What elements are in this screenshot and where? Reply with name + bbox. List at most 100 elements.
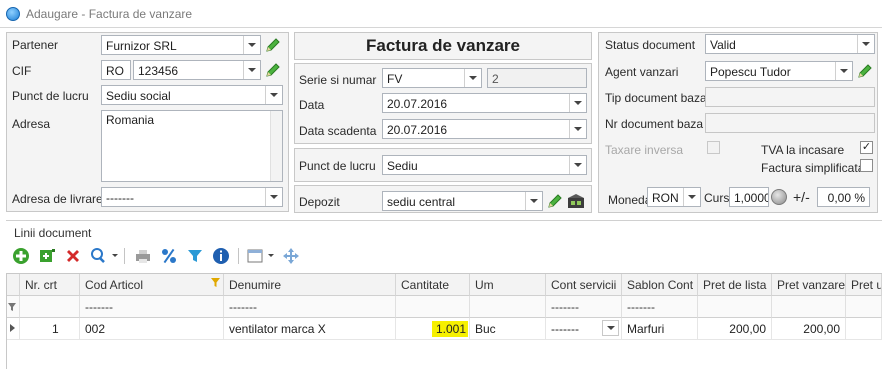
chevron-down-icon[interactable] bbox=[112, 254, 118, 257]
pencil-icon[interactable] bbox=[546, 192, 564, 210]
col-sablon-cont[interactable]: Sablon Cont bbox=[622, 274, 698, 296]
doc-punct-field[interactable]: Sediu bbox=[382, 155, 587, 175]
warehouse-icon[interactable] bbox=[567, 192, 585, 210]
filter-sablon-cont[interactable]: ------- bbox=[622, 296, 698, 318]
lines-grid: Nr. crt Cod Articol Denumire Cantitate U… bbox=[6, 273, 882, 369]
cont-value: ------- bbox=[551, 322, 579, 336]
chevron-down-icon[interactable] bbox=[683, 188, 700, 206]
filter-icon[interactable] bbox=[211, 278, 220, 287]
add-multiple-icon[interactable] bbox=[38, 247, 56, 265]
filter-pret-lista[interactable] bbox=[698, 296, 772, 318]
data-field[interactable]: 20.07.2016 bbox=[382, 93, 587, 113]
table-cell-denumire[interactable]: ventilator marca X bbox=[224, 318, 396, 340]
add-icon[interactable] bbox=[12, 247, 30, 265]
pencil-icon[interactable] bbox=[264, 36, 282, 54]
chevron-down-icon[interactable] bbox=[525, 192, 542, 210]
partener-field[interactable]: Furnizor SRL bbox=[101, 35, 261, 55]
app-icon bbox=[6, 7, 20, 21]
chevron-down-icon[interactable] bbox=[243, 61, 260, 79]
filter-denumire[interactable]: ------- bbox=[224, 296, 396, 318]
nr-doc-field[interactable] bbox=[705, 113, 875, 133]
info-icon[interactable] bbox=[212, 247, 230, 265]
table-cell-pret-lista[interactable]: 200,00 bbox=[698, 318, 772, 340]
agent-field[interactable]: Popescu Tudor bbox=[705, 61, 853, 81]
delete-icon[interactable] bbox=[64, 247, 82, 265]
percent-icon[interactable] bbox=[160, 247, 178, 265]
search-icon[interactable] bbox=[90, 247, 108, 265]
punct-lucru-value: Sediu social bbox=[106, 89, 171, 103]
moneda-field[interactable]: RON bbox=[647, 187, 701, 207]
chevron-down-icon[interactable] bbox=[265, 86, 282, 104]
pencil-icon[interactable] bbox=[856, 62, 874, 80]
percent-field[interactable]: 0,00 % bbox=[817, 187, 870, 207]
cif-value: 123456 bbox=[138, 64, 179, 78]
chevron-down-icon[interactable] bbox=[602, 320, 619, 336]
filter-cod-articol[interactable]: ------- bbox=[80, 296, 224, 318]
pencil-icon[interactable] bbox=[264, 61, 282, 79]
scrollbar[interactable] bbox=[270, 111, 282, 181]
chevron-down-icon[interactable] bbox=[857, 35, 874, 53]
chevron-down-icon[interactable] bbox=[569, 156, 586, 174]
curs-value: 1,0000 bbox=[734, 191, 769, 205]
col-pret-lista[interactable]: Pret de lista bbox=[698, 274, 772, 296]
tip-doc-field[interactable] bbox=[705, 87, 875, 107]
filter-icon bbox=[8, 303, 16, 311]
simplificata-checkbox[interactable] bbox=[860, 159, 873, 172]
filter-nr-crt[interactable] bbox=[20, 296, 80, 318]
col-pret-u[interactable]: Pret u bbox=[846, 274, 882, 296]
table-cell-pret-u[interactable] bbox=[846, 318, 882, 340]
filter-um[interactable] bbox=[470, 296, 546, 318]
col-denumire[interactable]: Denumire bbox=[224, 274, 396, 296]
chevron-down-icon[interactable] bbox=[268, 254, 274, 257]
depozit-field[interactable]: sediu central bbox=[382, 191, 543, 211]
table-cell-cont[interactable]: ------- bbox=[546, 318, 622, 340]
chevron-down-icon[interactable] bbox=[569, 120, 586, 138]
tip-doc-label: Tip document baza bbox=[605, 91, 707, 105]
status-field[interactable]: Valid bbox=[705, 34, 875, 54]
doc-punct-value: Sediu bbox=[387, 159, 418, 173]
table-cell-cantitate[interactable]: 1.001 bbox=[396, 318, 470, 340]
filter-cantitate[interactable] bbox=[396, 296, 470, 318]
taxare-checkbox[interactable] bbox=[707, 141, 720, 154]
filter-icon[interactable] bbox=[186, 247, 204, 265]
col-cantitate[interactable]: Cantitate bbox=[396, 274, 470, 296]
serie-field[interactable]: FV bbox=[382, 68, 482, 88]
col-cod-articol[interactable]: Cod Articol bbox=[80, 274, 224, 296]
adresa-textarea[interactable]: Romania bbox=[101, 110, 283, 182]
scadenta-field[interactable]: 20.07.2016 bbox=[382, 119, 587, 139]
table-cell-pret-vanzare[interactable]: 200,00 bbox=[772, 318, 846, 340]
move-icon[interactable] bbox=[282, 247, 300, 265]
cif-prefix-field[interactable]: RO bbox=[101, 60, 131, 80]
table-cell-nr[interactable]: 1 bbox=[20, 318, 80, 340]
percent-value: 0,00 % bbox=[827, 191, 865, 205]
refresh-icon[interactable] bbox=[771, 189, 787, 205]
numar-field[interactable]: 2 bbox=[487, 68, 587, 88]
simplificata-label: Factura simplificata bbox=[761, 161, 865, 175]
moneda-value: RON bbox=[652, 191, 679, 205]
window-title: Adaugare - Factura de vanzare bbox=[26, 7, 193, 21]
table-cell-sablon[interactable]: Marfuri bbox=[622, 318, 698, 340]
adresa-livrare-field[interactable]: ------- bbox=[101, 187, 283, 207]
row-indicator[interactable] bbox=[6, 318, 20, 340]
chevron-down-icon[interactable] bbox=[464, 69, 481, 87]
punct-lucru-field[interactable]: Sediu social bbox=[101, 85, 283, 105]
col-nr-crt[interactable]: Nr. crt bbox=[20, 274, 80, 296]
chevron-down-icon[interactable] bbox=[835, 62, 852, 80]
filter-pret-vanzare[interactable] bbox=[772, 296, 846, 318]
partener-label: Partener bbox=[12, 38, 59, 52]
chevron-down-icon[interactable] bbox=[243, 36, 260, 54]
curs-field[interactable]: 1,0000 bbox=[729, 187, 769, 207]
col-um[interactable]: Um bbox=[470, 274, 546, 296]
filter-pret-u[interactable] bbox=[846, 296, 882, 318]
col-cont-servicii[interactable]: Cont servicii bbox=[546, 274, 622, 296]
filter-cont-servicii[interactable]: ------- bbox=[546, 296, 622, 318]
chevron-down-icon[interactable] bbox=[569, 94, 586, 112]
col-pret-vanzare[interactable]: Pret vanzare bbox=[772, 274, 846, 296]
tva-checkbox[interactable]: ✓ bbox=[860, 141, 873, 154]
cif-field[interactable]: 123456 bbox=[133, 60, 261, 80]
chevron-down-icon[interactable] bbox=[265, 188, 282, 206]
print-icon[interactable] bbox=[134, 247, 152, 265]
table-cell-cod[interactable]: 002 bbox=[80, 318, 224, 340]
layout-icon[interactable] bbox=[246, 247, 264, 265]
table-cell-um[interactable]: Buc bbox=[470, 318, 546, 340]
